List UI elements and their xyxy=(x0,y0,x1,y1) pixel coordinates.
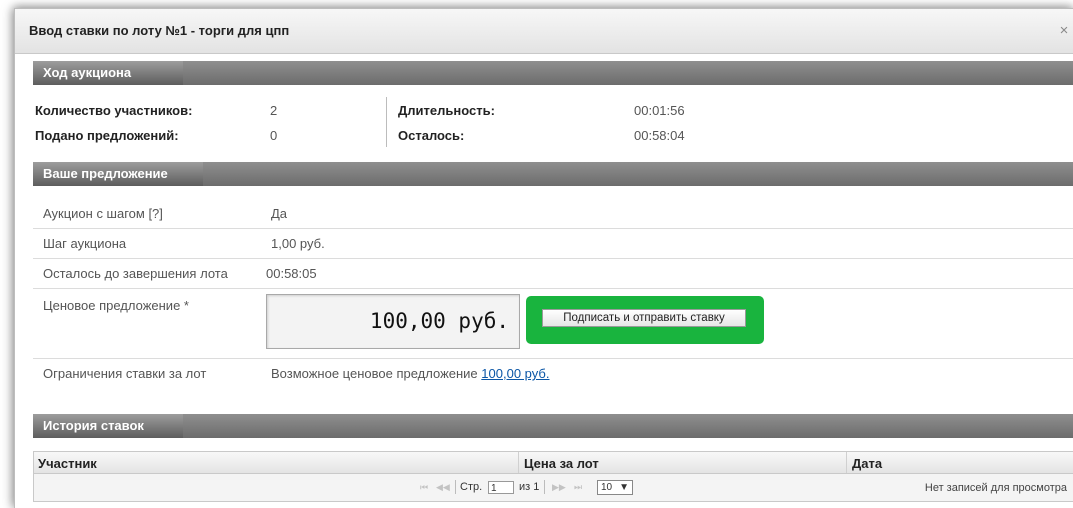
page-of-label: из 1 xyxy=(519,481,540,493)
bids-label: Подано предложений: xyxy=(35,128,179,143)
first-page-icon[interactable]: ⏮ xyxy=(420,482,428,493)
limits-text-row: Возможное ценовое предложение 100,00 руб… xyxy=(271,366,549,381)
step-auction-label: Аукцион с шагом [?] xyxy=(43,206,163,221)
bid-dialog: Ввод ставки по лоту №1 - торги для цпп ×… xyxy=(14,8,1073,508)
remaining-label: Осталось: xyxy=(398,128,465,143)
price-input[interactable]: 100,00 руб. xyxy=(266,294,520,349)
remaining-value: 00:58:04 xyxy=(634,128,685,143)
section-header-auction-progress: Ход аукциона xyxy=(33,61,1073,85)
participants-label: Количество участников: xyxy=(35,103,193,118)
row-divider xyxy=(33,358,1073,359)
duration-value: 00:01:56 xyxy=(634,103,685,118)
time-left-label: Осталось до завершения лота xyxy=(43,266,228,281)
column-header-participant[interactable]: Участник xyxy=(38,456,97,471)
page-size-value: 10 xyxy=(601,482,613,493)
column-header-price[interactable]: Цена за лот xyxy=(524,456,599,471)
dialog-titlebar: Ввод ставки по лоту №1 - торги для цпп × xyxy=(15,9,1073,54)
chevron-down-icon: ▼ xyxy=(619,482,629,493)
section-title: Ваше предложение xyxy=(43,166,168,181)
row-divider xyxy=(33,228,1073,229)
section-header-your-offer: Ваше предложение xyxy=(33,162,1073,186)
limits-price-link[interactable]: 100,00 руб. xyxy=(481,366,549,381)
page-size-select[interactable]: 10 ▼ xyxy=(597,480,633,495)
row-divider xyxy=(33,258,1073,259)
section-title: История ставок xyxy=(43,418,144,433)
section-header-bid-history: История ставок xyxy=(33,414,1073,438)
limits-text: Возможное ценовое предложение xyxy=(271,366,478,381)
history-table-header: Участник Цена за лот Дата xyxy=(33,451,1073,474)
submit-bid-highlight: Подписать и отправить ставку xyxy=(526,296,764,344)
submit-bid-button[interactable]: Подписать и отправить ставку xyxy=(542,309,746,327)
row-divider xyxy=(33,288,1073,289)
limits-label: Ограничения ставки за лот xyxy=(43,366,207,381)
participants-value: 2 xyxy=(270,103,278,118)
column-header-date[interactable]: Дата xyxy=(852,456,882,471)
last-page-icon[interactable]: ⏭ xyxy=(574,482,582,493)
empty-records-text: Нет записей для просмотра xyxy=(924,482,1067,494)
time-left-value: 00:58:05 xyxy=(266,266,317,281)
dialog-title: Ввод ставки по лоту №1 - торги для цпп xyxy=(29,23,290,38)
column-divider xyxy=(386,97,387,147)
step-value: 1,00 руб. xyxy=(271,236,325,251)
prev-page-icon[interactable]: ◀◀ xyxy=(436,482,450,493)
history-pager: ⏮ ◀◀ Стр. 1 из 1 ▶▶ ⏭ 10 ▼ Нет записей д… xyxy=(33,474,1073,502)
step-label: Шаг аукциона xyxy=(43,236,127,251)
step-auction-value: Да xyxy=(271,206,288,221)
duration-label: Длительность: xyxy=(398,103,495,118)
section-title: Ход аукциона xyxy=(43,65,132,80)
close-icon[interactable]: × xyxy=(1056,23,1072,39)
bids-value: 0 xyxy=(270,128,278,143)
page-number-input[interactable]: 1 xyxy=(488,481,514,494)
next-page-icon[interactable]: ▶▶ xyxy=(552,482,566,493)
page-label: Стр. xyxy=(460,481,483,493)
price-label: Ценовое предложение * xyxy=(43,298,189,313)
